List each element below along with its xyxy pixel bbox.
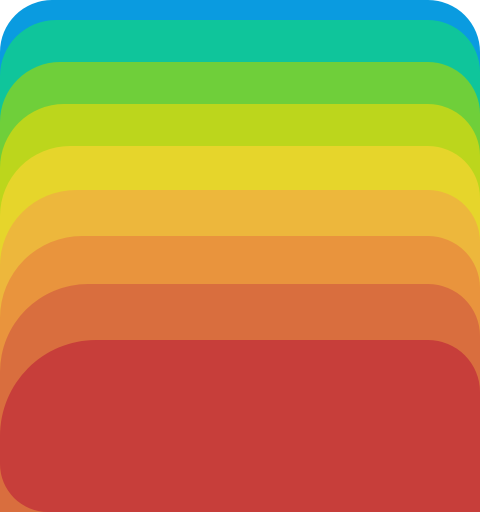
layered-rainbow-app-icon — [0, 0, 480, 512]
band-red — [0, 340, 480, 512]
